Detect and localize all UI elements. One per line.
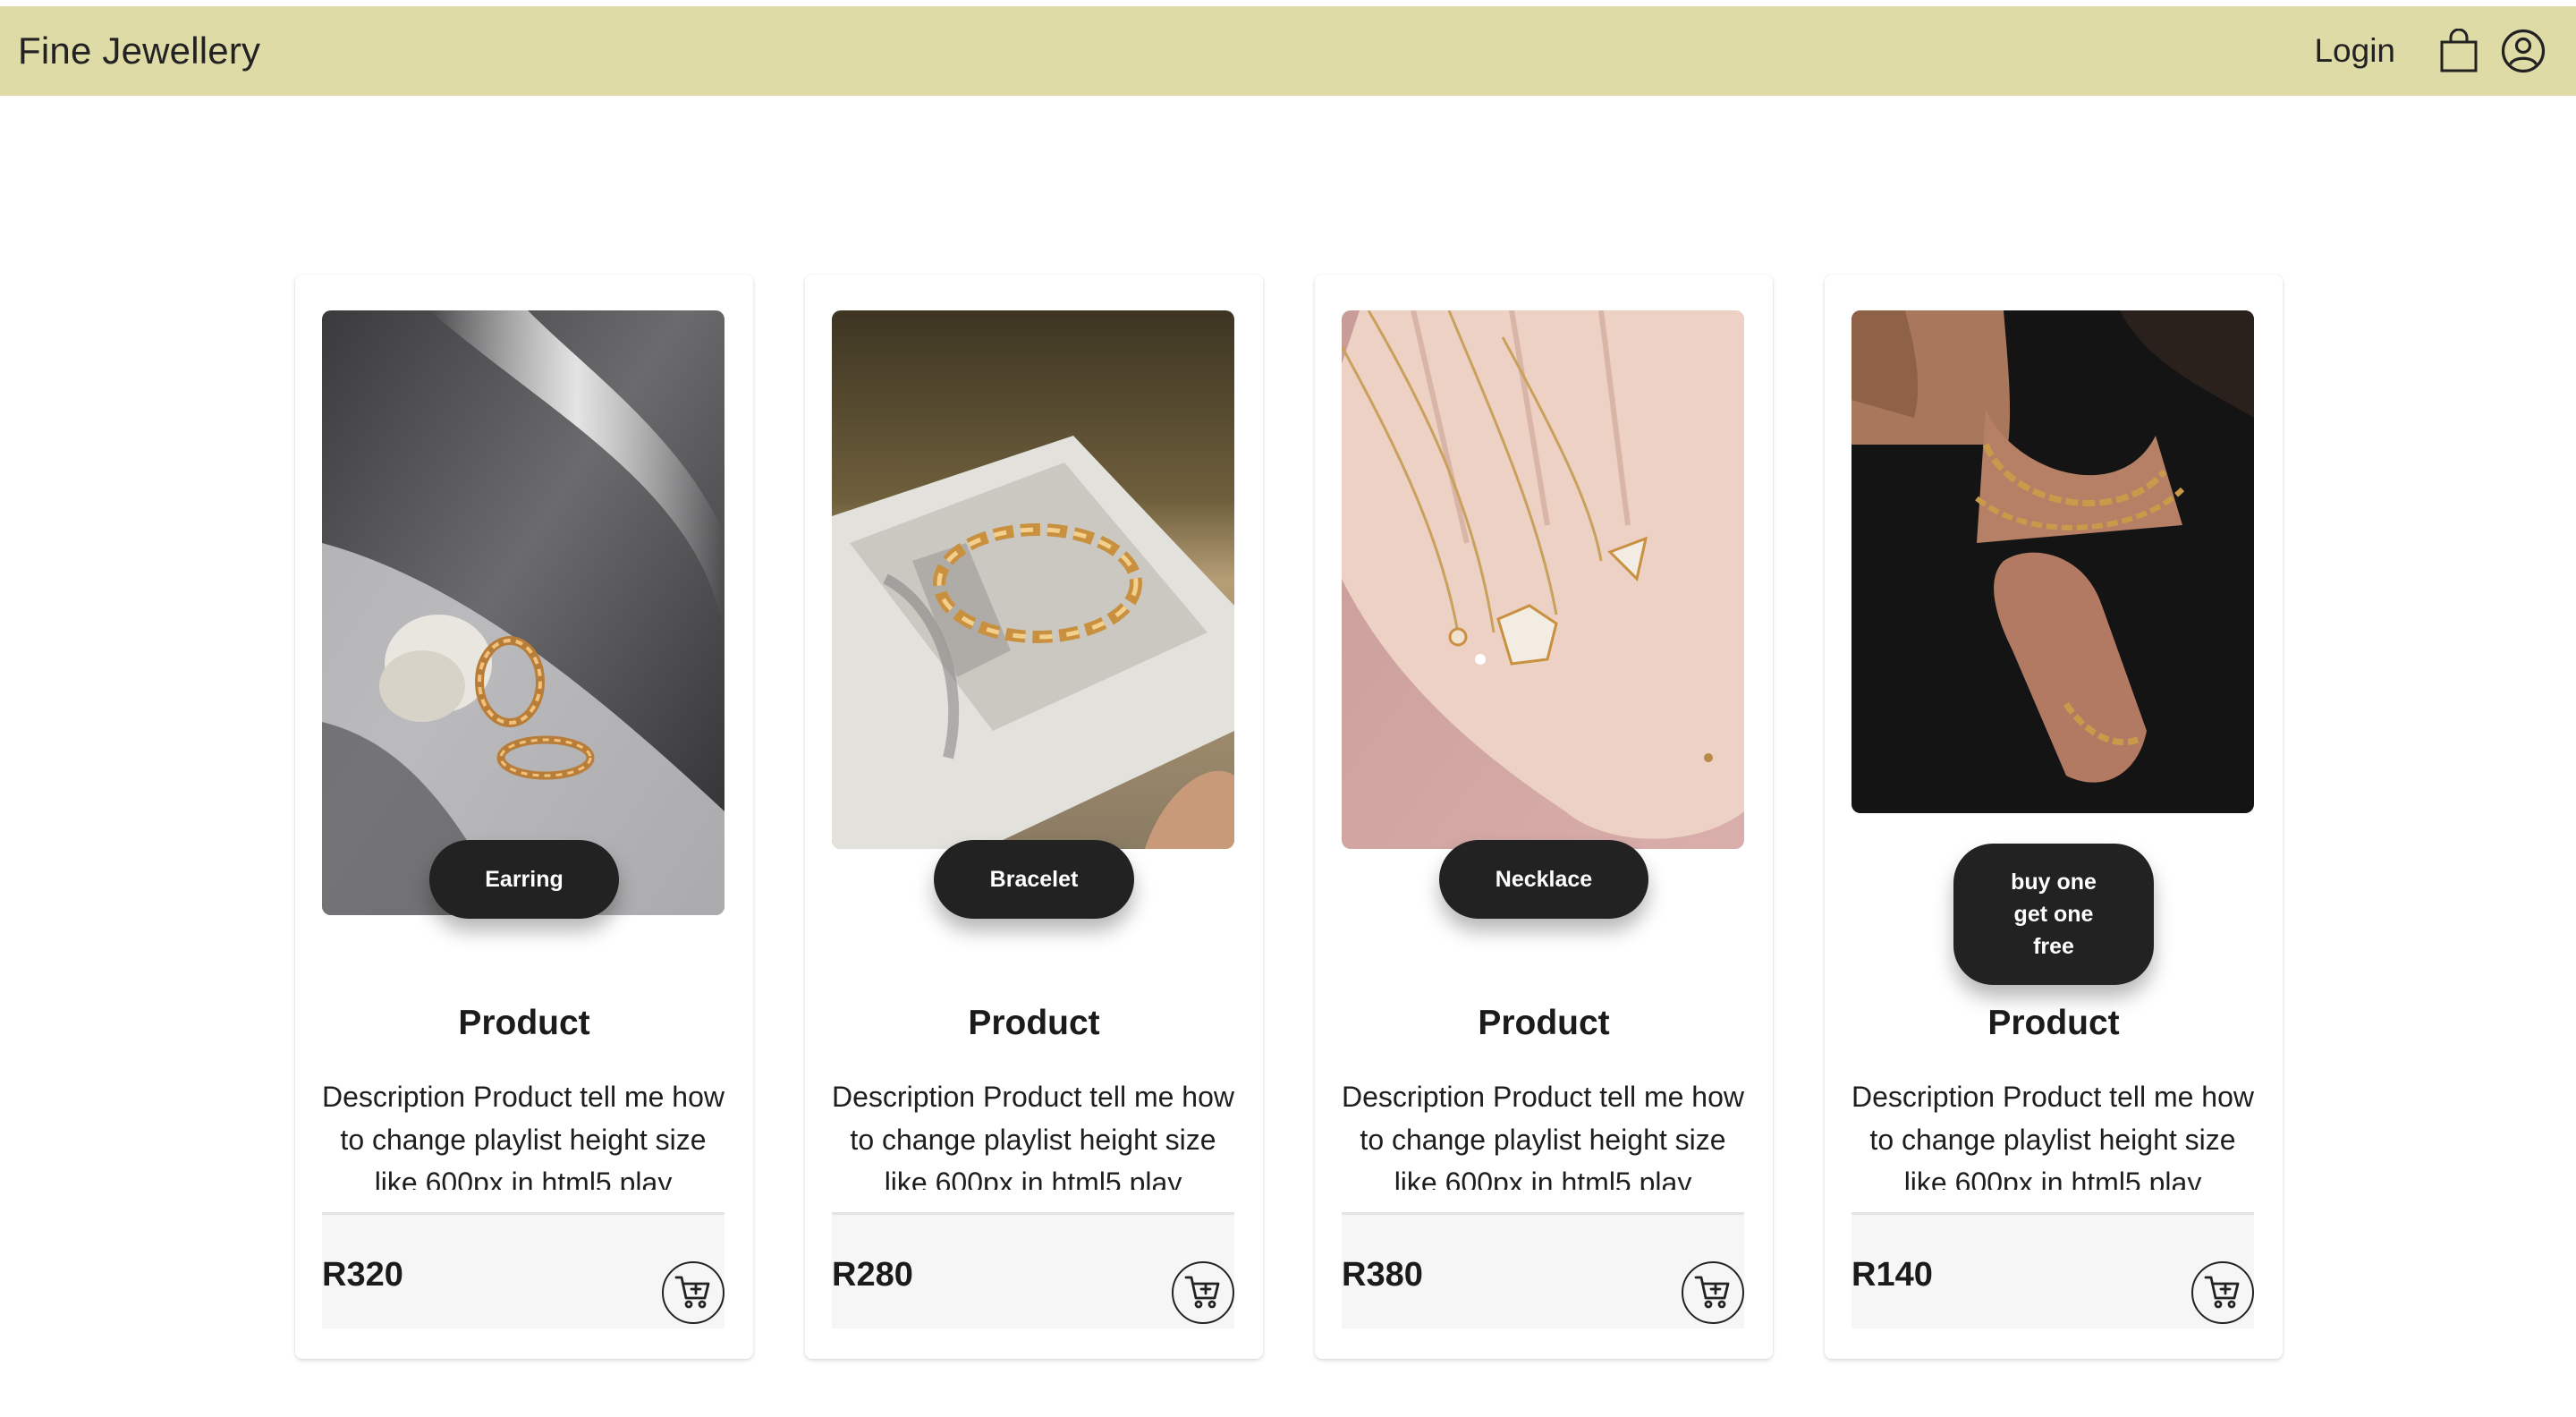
product-image-bracelet	[832, 310, 1234, 849]
card-footer: R320	[322, 1212, 724, 1328]
product-title: Product	[968, 1004, 1100, 1042]
product-price: R380	[1342, 1256, 1423, 1294]
promo-badge[interactable]: buy one get one free	[1953, 844, 2154, 985]
add-to-cart-button[interactable]	[1682, 1261, 1744, 1324]
brand-logo[interactable]: Fine Jewellery	[18, 30, 260, 72]
category-badge[interactable]: Necklace	[1439, 840, 1648, 919]
card-footer: R380	[1342, 1212, 1744, 1328]
product-card: Necklace Product Description Product tel…	[1315, 275, 1773, 1359]
add-to-cart-button[interactable]	[2191, 1261, 2254, 1324]
product-description: Description Product tell me how to chang…	[832, 1081, 1234, 1190]
product-price: R320	[322, 1256, 403, 1294]
person-circle-icon[interactable]	[2501, 27, 2546, 75]
product-description: Description Product tell me how to chang…	[1342, 1081, 1744, 1190]
add-to-cart-button[interactable]	[662, 1261, 724, 1324]
product-price: R280	[832, 1256, 913, 1294]
product-price: R140	[1852, 1256, 1933, 1294]
cart-plus-icon	[1694, 1274, 1732, 1312]
cart-plus-icon	[2204, 1274, 2241, 1312]
product-card: Earring Product Description Product tell…	[295, 275, 753, 1359]
product-card: Bracelet Product Description Product tel…	[805, 275, 1263, 1359]
product-grid: Earring Product Description Product tell…	[0, 275, 2576, 1359]
product-title: Product	[1478, 1004, 1610, 1042]
card-footer: R140	[1852, 1212, 2254, 1328]
category-badge[interactable]: Earring	[429, 840, 619, 919]
cart-plus-icon	[674, 1274, 712, 1312]
product-image-earring	[322, 310, 724, 915]
product-description: Description Product tell me how to chang…	[322, 1081, 724, 1190]
category-badge[interactable]: Bracelet	[934, 840, 1134, 919]
card-footer: R280	[832, 1212, 1234, 1328]
product-card: buy one get one free Product Description…	[1825, 275, 2283, 1359]
add-to-cart-button[interactable]	[1172, 1261, 1234, 1324]
navbar: Fine Jewellery Login	[0, 6, 2576, 96]
shopping-bag-icon[interactable]	[2436, 27, 2481, 75]
login-link[interactable]: Login	[2314, 32, 2395, 70]
product-image-promo	[1852, 310, 2254, 813]
cart-plus-icon	[1184, 1274, 1222, 1312]
product-title: Product	[458, 1004, 590, 1042]
product-description: Description Product tell me how to chang…	[1852, 1081, 2254, 1190]
product-image-necklace	[1342, 310, 1744, 849]
nav-actions: Login	[2314, 27, 2546, 75]
product-title: Product	[1987, 1004, 2120, 1042]
